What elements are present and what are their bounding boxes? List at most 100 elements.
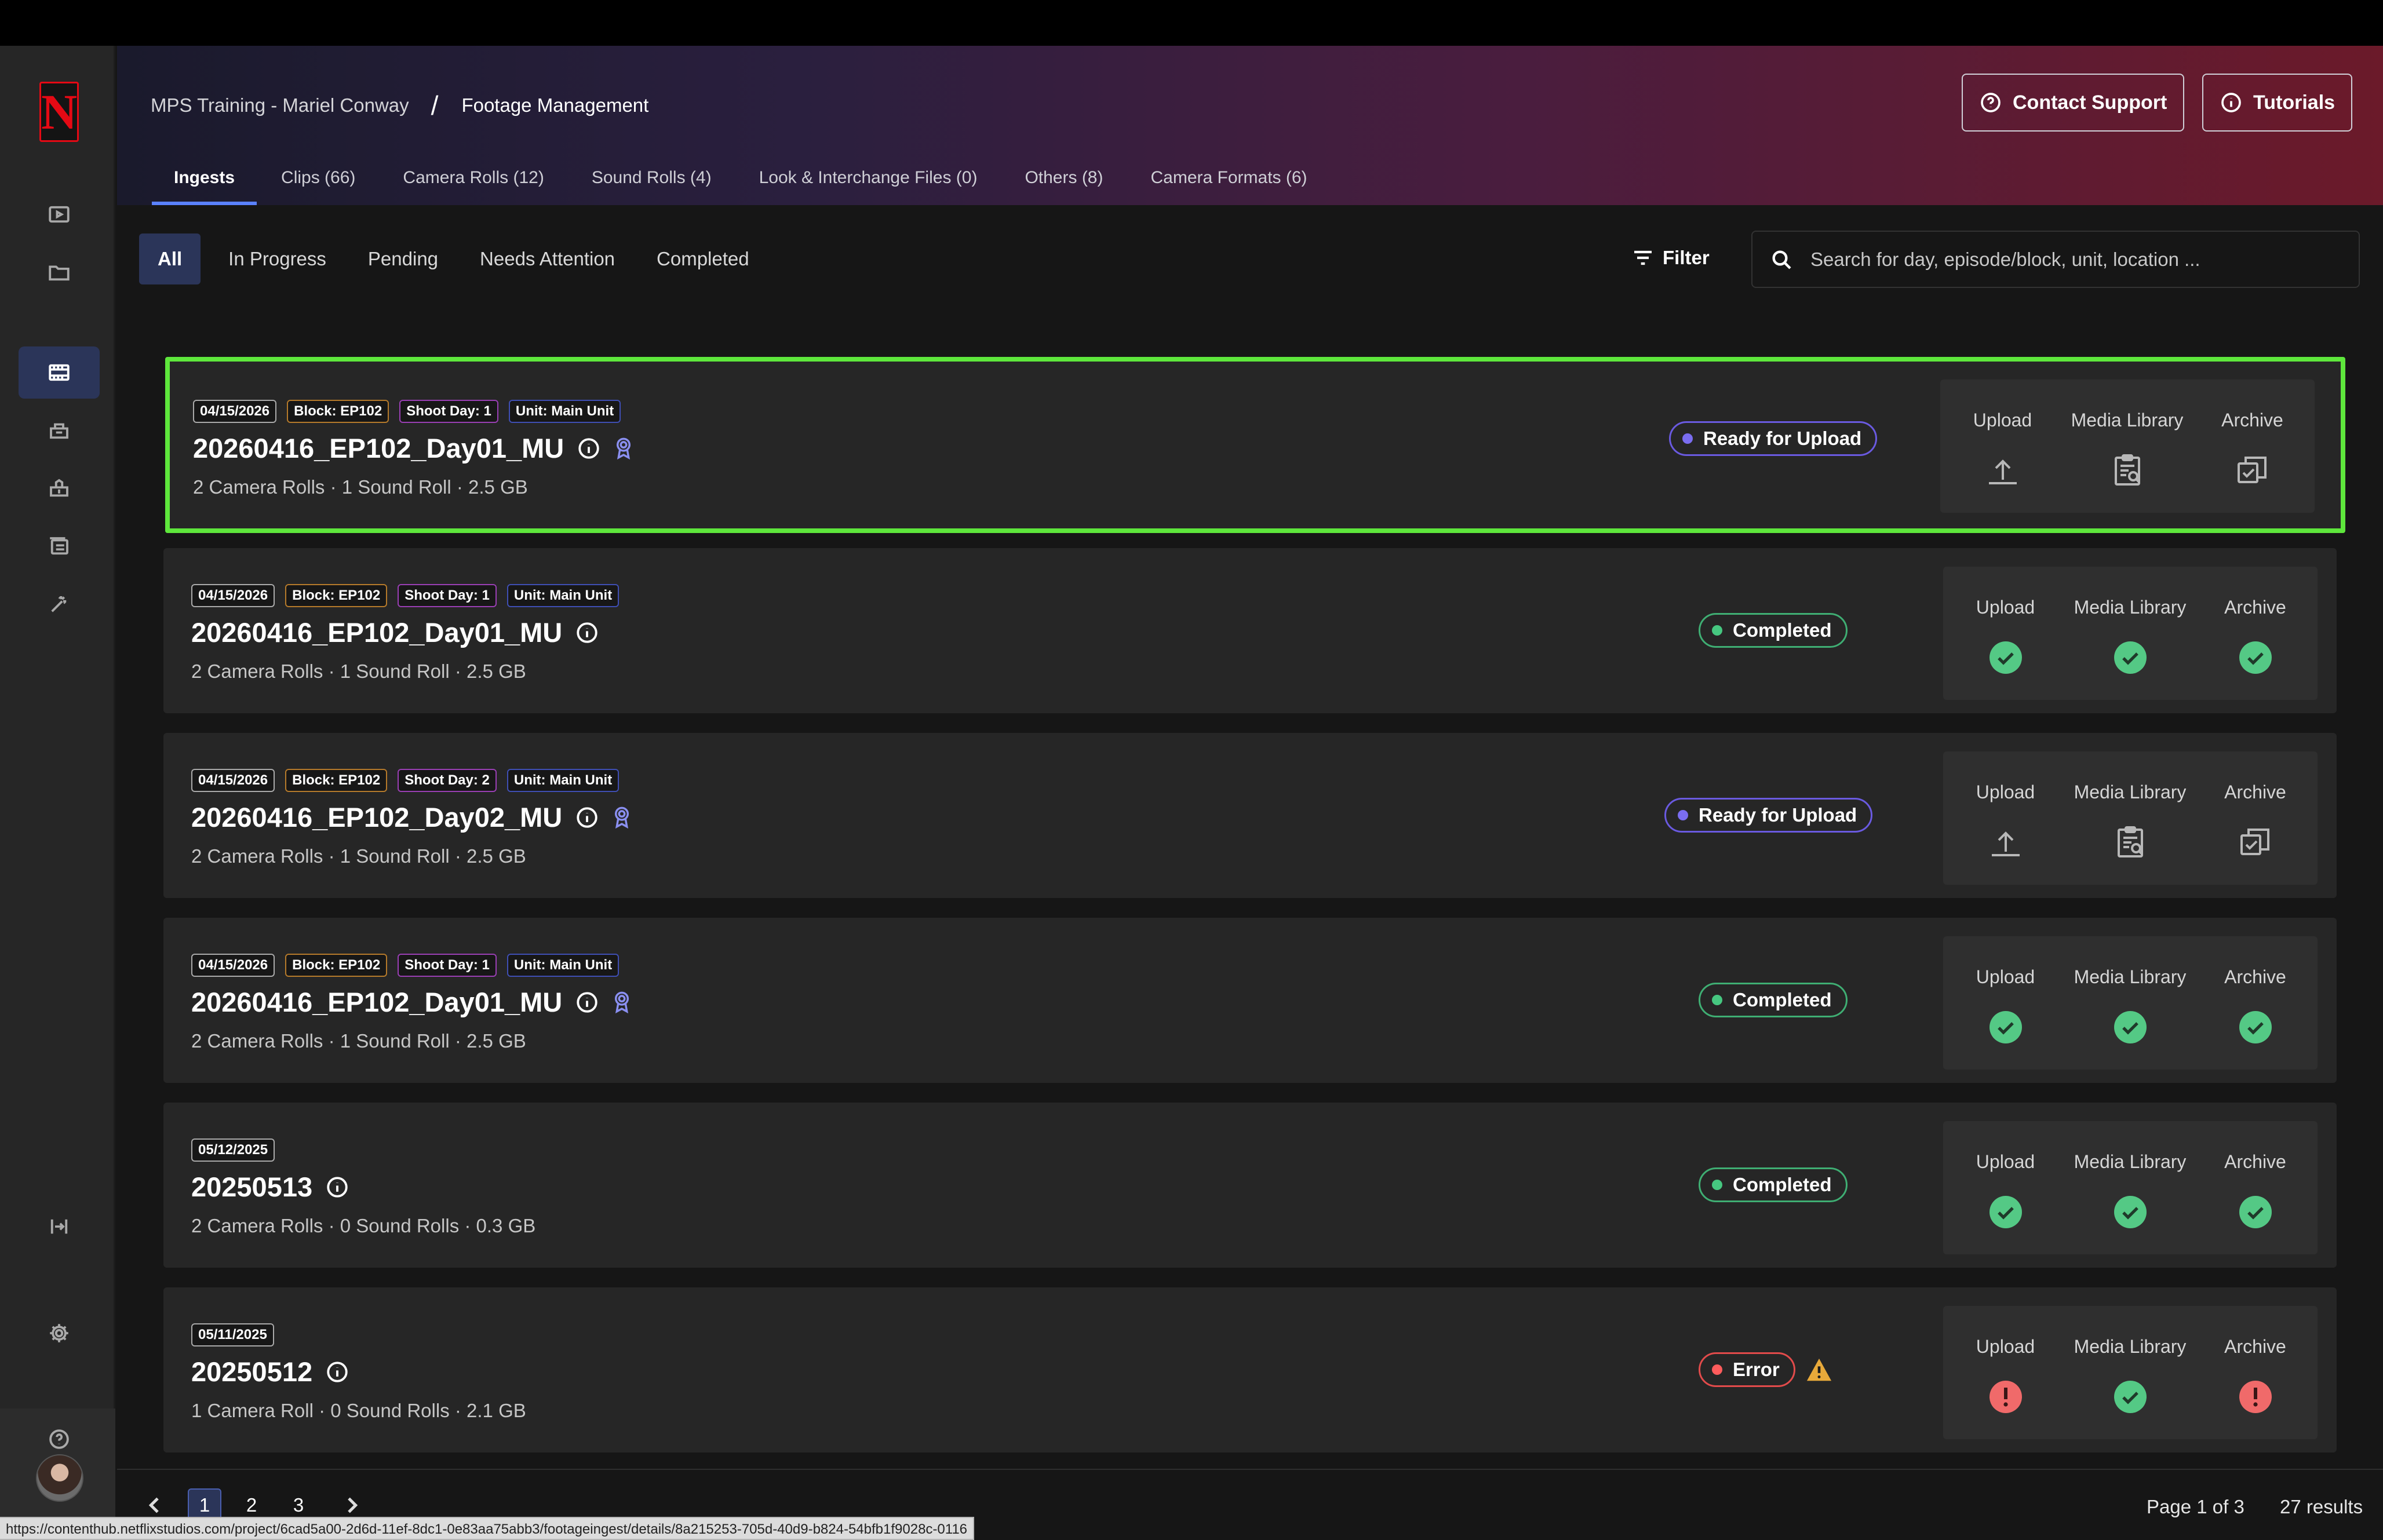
media-library-icon[interactable] [2112,824,2149,861]
ingest-card[interactable]: 04/15/2026 Block: EP102 Shoot Day: 2 Unit: … [163,733,2337,898]
block-tag: Block: EP102 [287,400,389,423]
media-library-action[interactable]: Media Library [2068,751,2192,885]
breadcrumb-project[interactable]: MPS Training - Mariel Conway [151,94,409,116]
ingest-title[interactable]: 20250513 [191,1171,312,1203]
subtab-pending[interactable]: Pending [347,233,459,284]
status-badge: Completed [1699,983,1848,1017]
search-input[interactable] [1810,248,2332,271]
subtab-needs-attention[interactable]: Needs Attention [459,233,636,284]
subtab-in-progress[interactable]: In Progress [207,233,347,284]
breadcrumb-separator: / [431,90,439,121]
archive-action[interactable]: Archive [2193,936,2318,1070]
check-icon[interactable] [2112,1009,2149,1046]
tab-camera-rolls[interactable]: Camera Rolls (12) [403,168,544,205]
media-library-action[interactable]: Media Library [2068,1121,2192,1254]
media-library-action[interactable]: Media Library [2065,379,2189,513]
ingest-card[interactable]: 05/12/2025 20250513 2 Camera Rolls · 0 Sou… [163,1103,2337,1268]
ingest-tags: 05/12/2025 [191,1138,285,1162]
info-icon[interactable] [564,436,601,461]
ingest-tags: 04/15/2026 Block: EP102 Shoot Day: 1 Unit: … [191,584,629,607]
check-icon[interactable] [1987,1194,2024,1231]
media-library-action[interactable]: Media Library [2068,567,2192,700]
media-library-action[interactable]: Media Library [2068,936,2192,1070]
check-icon[interactable] [2112,1378,2149,1415]
archive-action[interactable]: Archive [2193,1306,2318,1439]
upload-action[interactable]: Upload [1943,567,2068,700]
check-icon[interactable] [2237,639,2274,676]
info-circle-icon [2221,93,2241,112]
inbox-icon[interactable] [19,404,100,457]
status-dot [1678,810,1688,820]
filter-button[interactable]: Filter [1631,246,1710,269]
download-icon[interactable] [19,462,100,514]
tab-others[interactable]: Others (8) [1025,168,1103,205]
status-dot [1712,1364,1722,1375]
tab-camera-formats[interactable]: Camera Formats (6) [1150,168,1307,205]
check-icon[interactable] [2237,1194,2274,1231]
status-dot [1712,625,1722,636]
check-icon[interactable] [2112,1194,2149,1231]
tab-sound-rolls[interactable]: Sound Rolls (4) [592,168,712,205]
upload-action[interactable]: Upload [1943,936,2068,1070]
error-icon[interactable] [2237,1378,2274,1415]
subtab-all[interactable]: All [139,233,201,284]
tab-look-interchange-files[interactable]: Look & Interchange Files (0) [759,168,978,205]
media-library-icon[interactable] [2109,452,2146,489]
ingest-title[interactable]: 20260416_EP102_Day01_MU [191,616,562,648]
ingest-title[interactable]: 20250512 [191,1356,312,1388]
ingest-card[interactable]: 04/15/2026 Block: EP102 Shoot Day: 1 Unit: … [165,357,2345,533]
info-icon[interactable] [562,621,599,645]
ingest-title-row: 20260416_EP102_Day01_MU [191,616,599,648]
archive-action[interactable]: Archive [2193,1121,2318,1254]
status-label: Completed [1733,619,1832,641]
archive-action[interactable]: Archive [2193,751,2318,885]
ingest-title[interactable]: 20260416_EP102_Day01_MU [193,432,564,464]
ingest-card[interactable]: 05/11/2025 20250512 1 Camera Roll · 0 Soun… [163,1287,2337,1453]
status-label: Completed [1733,989,1832,1010]
check-icon[interactable] [2112,639,2149,676]
ingest-card[interactable]: 04/15/2026 Block: EP102 Shoot Day: 1 Unit: … [163,548,2337,713]
ingest-title[interactable]: 20260416_EP102_Day01_MU [191,986,562,1018]
search-box [1751,231,2360,288]
check-icon[interactable] [1987,1009,2024,1046]
collapse-icon[interactable] [19,1200,100,1253]
upload-action[interactable]: Upload [1943,751,2068,885]
ingest-card[interactable]: 04/15/2026 Block: EP102 Shoot Day: 1 Unit: … [163,918,2337,1083]
archive-icon[interactable] [2234,452,2271,489]
archive-action[interactable]: Archive [2193,567,2318,700]
info-icon[interactable] [562,805,599,830]
subtab-completed[interactable]: Completed [636,233,770,284]
upload-icon[interactable] [1987,824,2024,861]
magic-wand-icon[interactable] [19,578,100,630]
upload-action[interactable]: Upload [1943,1121,2068,1254]
list-icon[interactable] [19,520,100,572]
upload-icon[interactable] [1984,452,2021,489]
check-icon[interactable] [2237,1009,2274,1046]
tab-clips[interactable]: Clips (66) [281,168,355,205]
upload-action[interactable]: Upload [1943,1306,2068,1439]
info-icon[interactable] [312,1175,349,1199]
folder-icon[interactable] [19,246,100,298]
status-dot [1682,433,1693,444]
contact-support-button[interactable]: Contact Support [1962,74,2185,132]
ingest-actions: Upload Media Library Archive [1943,1121,2318,1254]
status-dot [1712,995,1722,1005]
tutorials-button[interactable]: Tutorials [2202,74,2353,132]
ingest-title-row: 20260416_EP102_Day01_MU [193,432,635,464]
upload-action[interactable]: Upload [1940,379,2065,513]
archive-action[interactable]: Archive [2190,379,2315,513]
film-icon[interactable] [19,346,100,399]
info-icon[interactable] [312,1360,349,1384]
ingest-title[interactable]: 20260416_EP102_Day02_MU [191,801,562,833]
gear-icon[interactable] [19,1307,100,1359]
tab-ingests[interactable]: Ingests [152,168,257,205]
info-icon[interactable] [562,990,599,1014]
archive-icon[interactable] [2237,824,2274,861]
check-icon[interactable] [1987,639,2024,676]
netflix-logo[interactable]: N [39,82,79,142]
avatar[interactable] [36,1454,83,1502]
error-icon[interactable] [1987,1378,2024,1415]
play-icon[interactable] [19,188,100,240]
upload-label: Upload [1976,966,2035,987]
media-library-action[interactable]: Media Library [2068,1306,2192,1439]
